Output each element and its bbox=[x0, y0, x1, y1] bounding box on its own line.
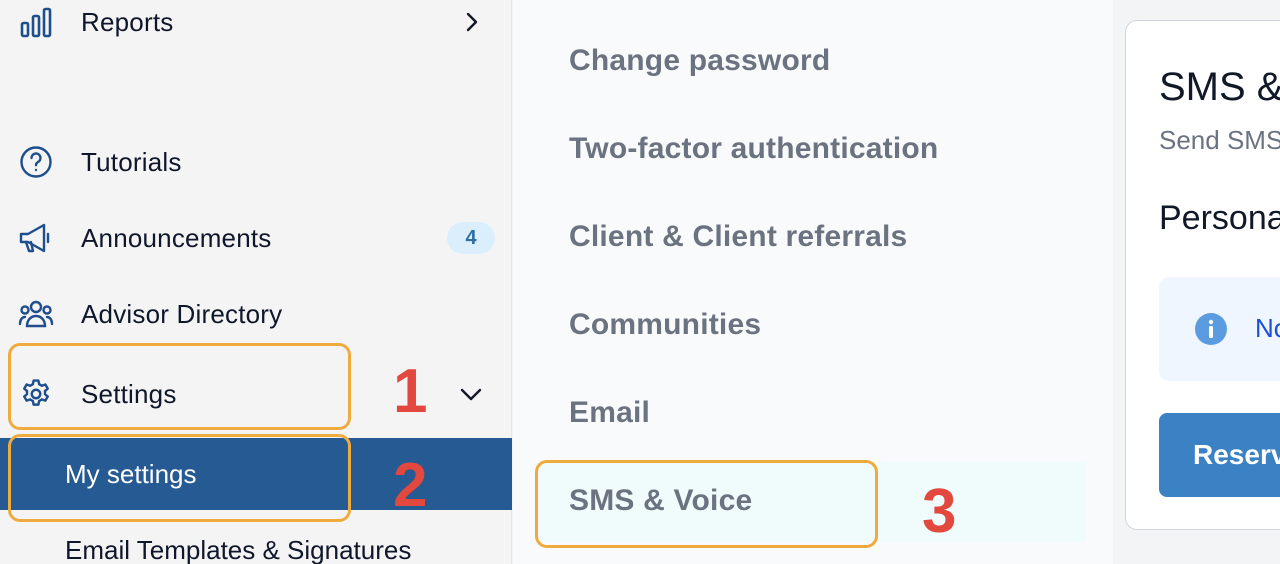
gear-icon bbox=[18, 376, 54, 412]
settings-menu-item-sms-voice[interactable]: SMS & Voice bbox=[569, 484, 752, 518]
reserve-button[interactable]: Reserv bbox=[1159, 413, 1280, 497]
annotation-number-2: 2 bbox=[393, 451, 428, 520]
info-icon bbox=[1194, 312, 1228, 346]
card-title: SMS & bbox=[1159, 65, 1280, 109]
sidebar-item-label: Settings bbox=[81, 378, 177, 409]
sidebar-item-label: Reports bbox=[81, 6, 174, 37]
settings-menu-item-client-referrals[interactable]: Client & Client referrals bbox=[569, 220, 907, 254]
sidebar-item-label: Tutorials bbox=[81, 146, 182, 177]
chevron-down-icon[interactable] bbox=[458, 381, 484, 407]
annotation-number-1: 1 bbox=[393, 357, 428, 426]
question-circle-icon bbox=[18, 144, 54, 180]
sidebar-item-tutorials[interactable]: Tutorials bbox=[0, 134, 512, 190]
card-section-title: Persona bbox=[1159, 199, 1280, 237]
sidebar-item-announcements[interactable]: Announcements 4 bbox=[0, 210, 512, 266]
settings-menu-item-email[interactable]: Email bbox=[569, 396, 650, 430]
sidebar-item-label: Advisor Directory bbox=[81, 298, 283, 329]
info-notice: No bbox=[1159, 277, 1280, 381]
sidebar-item-label: Announcements bbox=[81, 222, 272, 253]
settings-menu-item-two-factor[interactable]: Two-factor authentication bbox=[569, 132, 938, 166]
card-subtitle: Send SMS bbox=[1159, 125, 1280, 155]
settings-menu-item-change-password[interactable]: Change password bbox=[569, 44, 830, 78]
sidebar-item-settings[interactable]: Settings bbox=[0, 366, 512, 422]
sidebar-subitem-email-templates[interactable]: Email Templates & Signatures bbox=[0, 522, 512, 564]
sidebar-subitem-my-settings[interactable]: My settings bbox=[0, 438, 512, 510]
notice-text: No bbox=[1255, 313, 1280, 343]
annotation-number-3: 3 bbox=[922, 477, 957, 546]
sidebar: Reports Tutorials Announcements 4 Adviso… bbox=[0, 0, 512, 564]
announcements-count-badge: 4 bbox=[447, 222, 495, 254]
sidebar-subitem-label: Email Templates & Signatures bbox=[65, 534, 412, 564]
sms-voice-card: SMS & Send SMS Persona No Reserv bbox=[1125, 20, 1280, 530]
settings-menu: Change password Two-factor authenticatio… bbox=[513, 0, 1113, 564]
megaphone-icon bbox=[18, 220, 54, 256]
bar-chart-icon bbox=[18, 4, 54, 40]
sidebar-subitem-label: My settings bbox=[65, 459, 197, 489]
sidebar-item-advisor-directory[interactable]: Advisor Directory bbox=[0, 286, 512, 342]
settings-menu-item-communities[interactable]: Communities bbox=[569, 308, 761, 342]
chevron-right-icon[interactable] bbox=[459, 9, 485, 35]
users-icon bbox=[18, 296, 54, 332]
sidebar-item-reports[interactable]: Reports bbox=[0, 0, 512, 50]
